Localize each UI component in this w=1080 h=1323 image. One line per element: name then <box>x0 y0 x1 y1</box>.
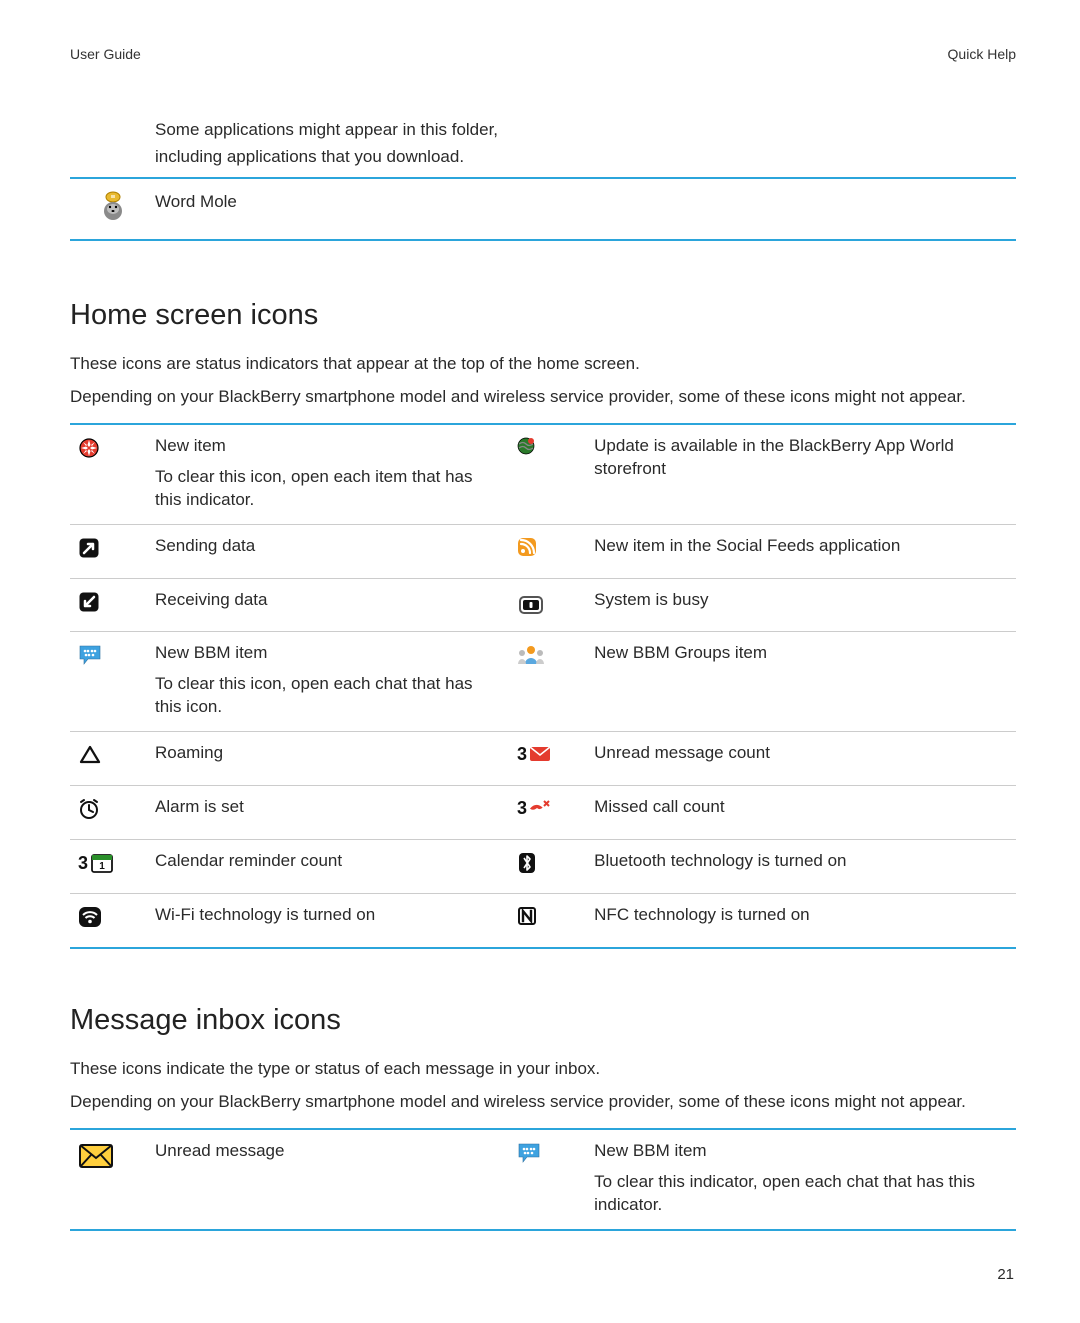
social-feeds-icon <box>509 535 594 557</box>
receiving-data-icon <box>70 589 155 613</box>
roaming-icon <box>70 742 155 766</box>
document-page: User Guide Quick Help Some applications … <box>0 0 1080 1323</box>
cell-unread-message: Unread message <box>70 1130 505 1229</box>
intro-line-1: Some applications might appear in this f… <box>155 119 1016 142</box>
table-row: Receiving data System is busy <box>70 579 1016 633</box>
cell-title: NFC technology is turned on <box>594 904 996 927</box>
cell-title: Alarm is set <box>155 796 485 819</box>
home-icons-p2: Depending on your BlackBerry smartphone … <box>70 386 1016 409</box>
table-row: 3 1 Calendar reminder count Bluetooth te… <box>70 840 1016 894</box>
cell-sending-data: Sending data <box>70 525 505 578</box>
cell-wifi: Wi-Fi technology is turned on <box>70 894 505 947</box>
word-mole-icon <box>70 191 155 221</box>
missed-call-count-icon: 3 <box>509 796 594 818</box>
page-number: 21 <box>997 1265 1014 1285</box>
alarm-icon <box>70 796 155 820</box>
bbm-icon <box>70 642 155 666</box>
new-item-icon <box>70 435 155 459</box>
cell-title: New item in the Social Feeds application <box>594 535 996 558</box>
cell-title: New BBM item <box>155 642 485 665</box>
wifi-icon <box>70 904 155 928</box>
cell-bbm: New BBM item To clear this icon, open ea… <box>70 632 505 731</box>
cell-receiving-data: Receiving data <box>70 579 505 632</box>
table-row: Unread message New BBM item To clear thi… <box>70 1130 1016 1229</box>
cell-title: Receiving data <box>155 589 485 612</box>
table-row: Roaming 3 Unread message count <box>70 732 1016 786</box>
badge-number: 3 <box>517 798 527 818</box>
home-icons-table: New item To clear this icon, open each i… <box>70 423 1016 949</box>
cell-title: Calendar reminder count <box>155 850 485 873</box>
cell-title: New BBM Groups item <box>594 642 996 665</box>
home-icons-heading: Home screen icons <box>70 296 1016 335</box>
cell-social-feeds: New item in the Social Feeds application <box>505 525 1016 578</box>
inbox-icons-heading: Message inbox icons <box>70 1001 1016 1040</box>
cell-bluetooth: Bluetooth technology is turned on <box>505 840 1016 893</box>
table-row: Sending data New item in the Social Feed… <box>70 525 1016 579</box>
cell-title: Missed call count <box>594 796 996 819</box>
bluetooth-icon <box>509 850 594 874</box>
table-row: Alarm is set 3 Missed call count <box>70 786 1016 840</box>
cell-bbm-groups: New BBM Groups item <box>505 632 1016 731</box>
header-left: User Guide <box>70 45 141 64</box>
cell-title: Sending data <box>155 535 485 558</box>
cell-sub: To clear this indicator, open each chat … <box>594 1171 996 1217</box>
home-icons-p1: These icons are status indicators that a… <box>70 353 1016 376</box>
cell-title: New BBM item <box>594 1140 996 1163</box>
cell-title: Update is available in the BlackBerry Ap… <box>594 435 996 481</box>
calendar-count-icon: 3 1 <box>70 850 155 874</box>
table-row: New BBM item To clear this icon, open ea… <box>70 632 1016 732</box>
cell-calendar-count: 3 1 Calendar reminder count <box>70 840 505 893</box>
cell-sub: To clear this icon, open each chat that … <box>155 673 485 719</box>
cell-title: New item <box>155 435 485 458</box>
badge-number: 3 <box>78 853 88 873</box>
cell-missed-call-count: 3 Missed call count <box>505 786 1016 839</box>
bbm-groups-icon <box>509 642 594 668</box>
unread-count-icon: 3 <box>509 742 594 764</box>
word-mole-label: Word Mole <box>155 191 1016 214</box>
inbox-icons-p1: These icons indicate the type or status … <box>70 1058 1016 1081</box>
cell-unread-count: 3 Unread message count <box>505 732 1016 785</box>
cell-title: Unread message <box>155 1140 485 1163</box>
cell-title: Roaming <box>155 742 485 765</box>
cell-alarm: Alarm is set <box>70 786 505 839</box>
bbm-icon <box>509 1140 594 1164</box>
cell-title: Wi-Fi technology is turned on <box>155 904 485 927</box>
table-row: New item To clear this icon, open each i… <box>70 425 1016 525</box>
system-busy-icon <box>509 589 594 619</box>
cell-nfc: NFC technology is turned on <box>505 894 1016 947</box>
cell-roaming: Roaming <box>70 732 505 785</box>
cell-sub: To clear this icon, open each item that … <box>155 466 485 512</box>
badge-number: 3 <box>517 744 527 764</box>
appworld-icon <box>509 435 594 455</box>
cell-system-busy: System is busy <box>505 579 1016 632</box>
cell-inbox-bbm: New BBM item To clear this indicator, op… <box>505 1130 1016 1229</box>
intro-text: Some applications might appear in this f… <box>155 119 1016 169</box>
cell-title: Bluetooth technology is turned on <box>594 850 996 873</box>
cell-new-item: New item To clear this icon, open each i… <box>70 425 505 524</box>
svg-text:1: 1 <box>99 861 105 872</box>
intro-line-2: including applications that you download… <box>155 146 1016 169</box>
table-row: Wi-Fi technology is turned on NFC techno… <box>70 894 1016 947</box>
nfc-icon <box>509 904 594 926</box>
cell-title: System is busy <box>594 589 996 612</box>
unread-message-icon <box>70 1140 155 1170</box>
header-right: Quick Help <box>948 45 1016 64</box>
cell-title: Unread message count <box>594 742 996 765</box>
cell-app-world: Update is available in the BlackBerry Ap… <box>505 425 1016 524</box>
inbox-icons-p2: Depending on your BlackBerry smartphone … <box>70 1091 1016 1114</box>
page-header: User Guide Quick Help <box>70 45 1016 64</box>
inbox-icons-table: Unread message New BBM item To clear thi… <box>70 1128 1016 1231</box>
games-row: Word Mole <box>70 177 1016 241</box>
sending-data-icon <box>70 535 155 559</box>
